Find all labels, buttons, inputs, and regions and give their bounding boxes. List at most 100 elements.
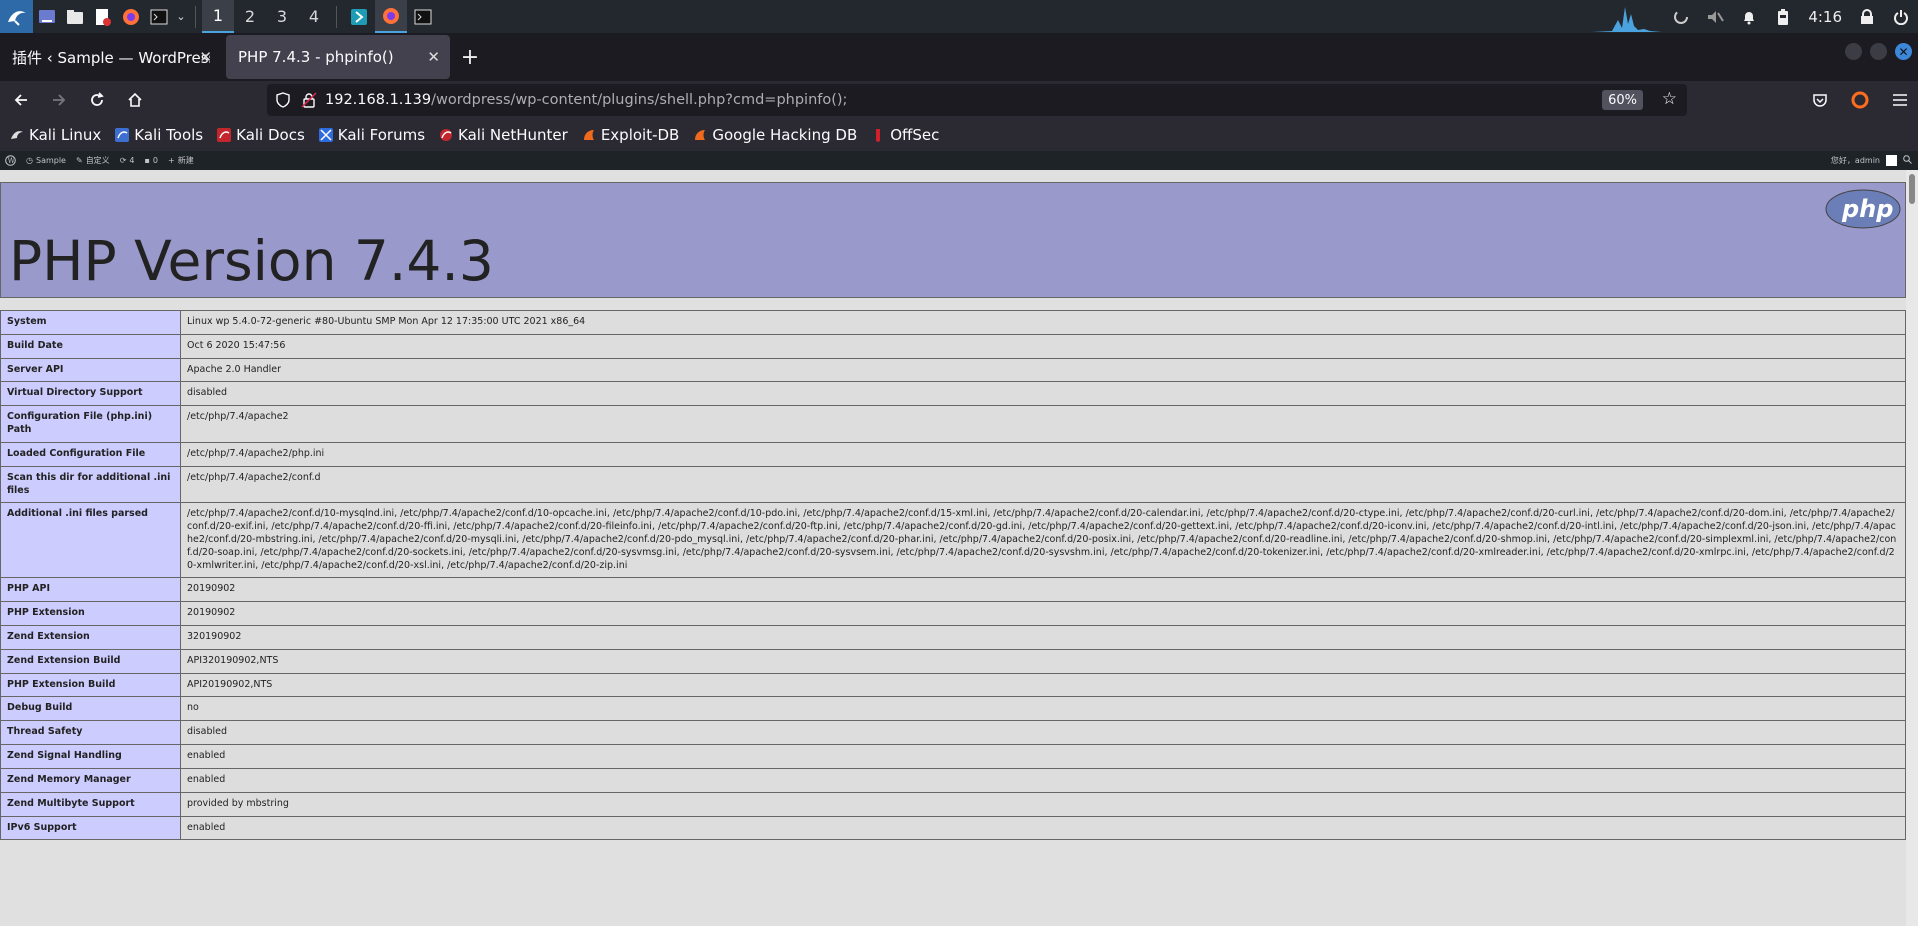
comments-count: 0: [152, 156, 158, 165]
tab-phpinfo[interactable]: PHP 7.4.3 - phpinfo() ✕: [226, 35, 450, 79]
row-value: /etc/php/7.4/apache2/conf.d: [180, 465, 1906, 504]
file-manager-icon[interactable]: [61, 0, 89, 33]
workspace-3[interactable]: 3: [266, 0, 298, 33]
bookmark-label: Kali Tools: [134, 126, 204, 144]
row-value: enabled: [180, 767, 1906, 793]
wp-site-link[interactable]: ◷ Sample: [21, 156, 71, 165]
bookmark-google-hacking-db[interactable]: Google Hacking DB: [693, 126, 857, 144]
row-value: 20190902: [180, 577, 1906, 603]
bookmark-kali-forums[interactable]: Kali Forums: [318, 126, 426, 144]
wp-customize-link[interactable]: ✎ 自定义: [71, 155, 115, 166]
bookmark-exploit-db[interactable]: Exploit-DB: [582, 126, 679, 144]
window-controls: ✕: [1845, 43, 1918, 60]
row-key: Zend Extension Build: [0, 648, 181, 674]
app-menu-icon[interactable]: [1882, 84, 1918, 116]
text-editor-icon[interactable]: [89, 0, 117, 33]
table-row: Additional .ini files parsed/etc/php/7.4…: [0, 502, 1906, 579]
power-icon[interactable]: [1884, 0, 1918, 33]
maximize-button[interactable]: [1870, 43, 1887, 60]
tracking-shield-icon[interactable]: [275, 92, 291, 108]
zoom-indicator[interactable]: 60%: [1602, 90, 1643, 110]
wp-logo-icon[interactable]: W: [0, 155, 21, 166]
insecure-lock-icon[interactable]: [301, 92, 317, 108]
updates-icon: ⟳: [119, 156, 127, 165]
row-key: Scan this dir for additional .ini files: [0, 465, 181, 504]
tab-strip: 插件 ‹ Sample — WordPress ✕ PHP 7.4.3 - ph…: [0, 33, 1918, 81]
bookmark-label: Kali NetHunter: [458, 126, 568, 144]
bookmark-offsec[interactable]: OffSec: [871, 126, 939, 144]
table-row: PHP API 20190902: [0, 577, 1906, 603]
launcher-dropdown-icon[interactable]: ⌄: [173, 0, 189, 33]
kali-menu-icon[interactable]: [0, 0, 33, 33]
new-tab-button[interactable]: +: [450, 35, 490, 79]
table-row: PHP Extension 20190902: [0, 601, 1906, 626]
bookmark-label: Kali Forums: [337, 126, 426, 144]
wp-updates-link[interactable]: ⟳ 4: [115, 156, 140, 165]
greeting-text[interactable]: 您好，admin: [1831, 155, 1880, 166]
taskbar-terminal-icon[interactable]: [407, 0, 439, 33]
wp-comments-link[interactable]: ▪ 0: [139, 156, 163, 165]
search-icon[interactable]: [1903, 155, 1912, 166]
network-spinner-icon[interactable]: [1664, 0, 1698, 33]
table-row: Configuration File (php.ini) Path/etc/ph…: [0, 405, 1906, 443]
workspace-2[interactable]: 2: [234, 0, 266, 33]
row-key: Additional .ini files parsed: [0, 502, 181, 579]
bookmark-label: Kali Docs: [236, 126, 305, 144]
bookmark-kali-linux[interactable]: Kali Linux: [10, 126, 101, 144]
tab-wordpress-plugins[interactable]: 插件 ‹ Sample — WordPress ✕: [0, 35, 222, 79]
panel-clock[interactable]: 4:16: [1800, 8, 1850, 26]
address-bar[interactable]: 192.168.1.139/wordpress/wp-content/plugi…: [267, 84, 1687, 116]
bookmark-kali-nethunter[interactable]: Kali NetHunter: [439, 126, 568, 144]
bookmark-kali-docs[interactable]: Kali Docs: [217, 126, 305, 144]
row-key: Zend Memory Manager: [0, 767, 181, 793]
home-button[interactable]: [118, 84, 152, 116]
taskbar-firefox-icon[interactable]: [375, 0, 407, 33]
kali-docs-icon: [217, 128, 232, 142]
row-value: /etc/php/7.4/apache2: [180, 405, 1906, 443]
extension-icon[interactable]: [1842, 84, 1878, 116]
bookmarks-toolbar: Kali Linux Kali Tools Kali Docs Kali For…: [0, 119, 1918, 151]
system-panel: ⌄ 1 2 3 4 4:16: [0, 0, 1918, 33]
table-row: Virtual Directory Support disabled: [0, 381, 1906, 407]
close-tab-icon[interactable]: ✕: [427, 48, 440, 66]
wp-new-content-link[interactable]: + 新建: [163, 155, 199, 166]
phpinfo-table: System Linux wp 5.4.0-72-generic #80-Ubun…: [0, 310, 1906, 841]
minimize-button[interactable]: [1845, 43, 1862, 60]
lock-screen-icon[interactable]: [1850, 0, 1884, 33]
row-value: 320190902: [180, 625, 1906, 650]
row-value: enabled: [180, 815, 1906, 841]
volume-muted-icon[interactable]: [1698, 0, 1732, 33]
workspace-1[interactable]: 1: [202, 0, 234, 33]
firefox-launcher-icon[interactable]: [117, 0, 145, 33]
notifications-bell-icon[interactable]: [1732, 0, 1766, 33]
workspace-4[interactable]: 4: [298, 0, 330, 33]
url-path: /wordpress/wp-content/plugins/shell.php?…: [431, 92, 848, 108]
row-value: provided by mbstring: [180, 791, 1906, 817]
pocket-icon[interactable]: [1802, 84, 1838, 116]
taskbar-app-icon[interactable]: [343, 0, 375, 33]
wp-admin-bar: W ◷ Sample ✎ 自定义 ⟳ 4 ▪ 0 + 新建 您好，admin: [0, 151, 1918, 170]
php-logo: php: [1825, 189, 1901, 229]
bookmark-star-icon[interactable]: ☆: [1662, 89, 1677, 109]
show-desktop-icon[interactable]: [33, 0, 61, 33]
row-key: Debug Build: [0, 696, 181, 722]
bookmark-kali-tools[interactable]: Kali Tools: [115, 126, 203, 144]
row-key: PHP API: [0, 577, 181, 603]
scrollbar-thumb[interactable]: [1909, 174, 1915, 204]
row-value: Apache 2.0 Handler: [180, 357, 1906, 383]
back-button[interactable]: [4, 84, 38, 116]
wp-account-area: 您好，admin: [1831, 151, 1912, 170]
offsec-icon: [876, 129, 881, 142]
close-tab-icon[interactable]: ✕: [199, 48, 212, 66]
avatar[interactable]: [1886, 155, 1897, 166]
row-key: IPv6 Support: [0, 815, 181, 841]
close-window-button[interactable]: ✕: [1895, 43, 1912, 60]
table-row: IPv6 Support enabled: [0, 815, 1906, 841]
terminal-launcher-icon[interactable]: [145, 0, 173, 33]
reload-button[interactable]: [80, 84, 114, 116]
forward-button[interactable]: [42, 84, 76, 116]
battery-icon[interactable]: [1766, 0, 1800, 33]
row-value: API320190902,NTS: [180, 648, 1906, 674]
table-row: Zend Signal Handling enabled: [0, 744, 1906, 769]
page-scrollbar[interactable]: [1906, 170, 1918, 926]
